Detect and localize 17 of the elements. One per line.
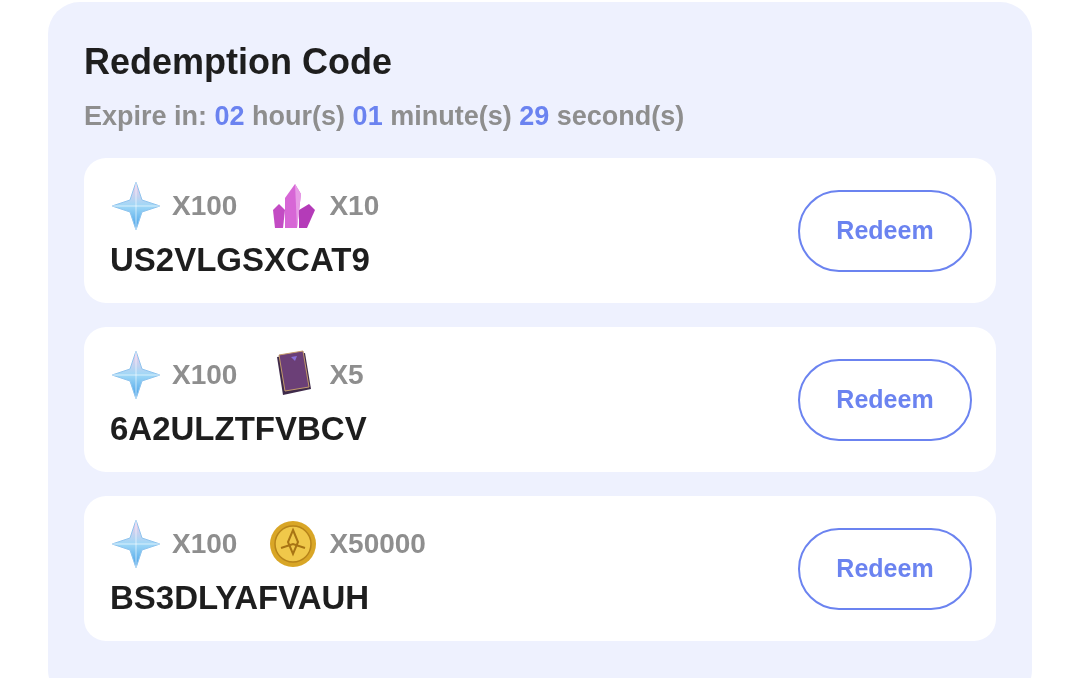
reward-quantity: X100 (172, 526, 238, 561)
reward-quantity: X50000 (329, 526, 426, 561)
redeem-button[interactable]: Redeem (798, 527, 972, 610)
reward-quantity: X10 (329, 188, 380, 223)
reward-quantity: X100 (172, 188, 238, 223)
star-icon (110, 348, 162, 401)
redemption-code: 6A2ULZTFVBCV (110, 408, 367, 449)
panel-title: Redemption Code (84, 40, 392, 84)
redemption-code: BS3DLYAFVAUH (110, 577, 370, 618)
redeem-button[interactable]: Redeem (798, 358, 972, 441)
reward-quantity: X100 (172, 357, 238, 392)
reward-quantity: X5 (329, 357, 364, 392)
redeem-button[interactable]: Redeem (798, 189, 972, 272)
expiry-countdown: Expire in: 02 hour(s) 01 minute(s) 29 second(s) (84, 100, 685, 133)
redemption-code: US2VLGSXCAT9 (110, 239, 370, 280)
star-icon (110, 179, 162, 232)
star-icon (110, 517, 162, 570)
